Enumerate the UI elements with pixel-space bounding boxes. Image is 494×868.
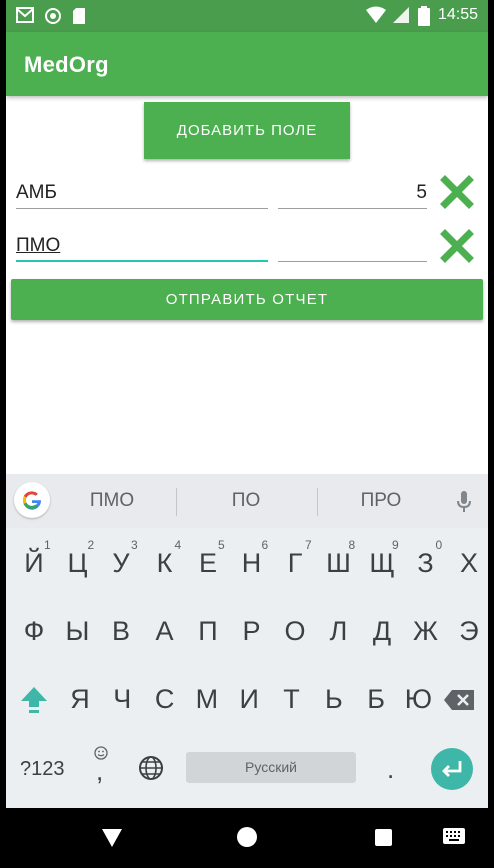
globe-key[interactable] [138,755,164,781]
key-row2-1[interactable]: Ы [58,616,98,647]
suggestion-3[interactable]: ПРО [326,490,436,512]
key-row2-8[interactable]: Д [362,616,402,647]
gmail-icon [16,7,34,25]
key-row3-6[interactable]: Ь [314,684,354,715]
globe-icon [139,756,163,780]
key-hint: 1 [44,538,51,552]
key-row2-10[interactable]: Э [449,616,488,647]
divider [176,488,177,516]
key-row1-4[interactable]: Е [188,548,228,579]
status-bar: 14:55 [6,0,488,32]
battery-icon [417,6,430,26]
signal-icon [392,6,410,24]
google-icon[interactable] [14,482,50,518]
key-row2-2[interactable]: В [101,616,141,647]
field-name-pmo[interactable]: ПМО [16,235,60,257]
key-hint: 3 [131,538,138,552]
key-hint: 5 [218,538,225,552]
field-name-amb[interactable]: АМБ [16,182,57,204]
key-row1-8[interactable]: Щ [362,548,402,579]
key-row3-8[interactable]: Ю [398,684,438,715]
keyboard: ПМО ПО ПРО ЙЦУКЕНГШЩЗХФЫВАПРОЛДЖЭЯЧСМИТЬ… [6,474,488,808]
field-value-underline [278,208,427,209]
close-icon [440,229,474,263]
app-title: MedOrg [24,52,109,77]
key-row2-4[interactable]: П [188,616,228,647]
key-row1-3[interactable]: К [145,548,185,579]
suggestion-2[interactable]: ПО [191,490,301,512]
suggestion-strip: ПМО ПО ПРО [6,474,488,528]
key-hint: 7 [305,538,312,552]
divider [317,488,318,516]
phone-screen: 14:55 MedOrg ДОБАВИТЬ ПОЛЕ АМБ 5 ПМО ОТП… [6,0,488,868]
key-hint: 6 [261,538,269,552]
backspace-icon [444,690,474,710]
shift-icon [21,687,47,713]
key-row3-0[interactable]: Я [60,684,100,715]
key-row3-1[interactable]: Ч [102,684,142,715]
key-hint: 8 [348,538,356,552]
sync-icon [44,7,62,25]
keyboard-switch-button[interactable] [443,828,465,849]
key-row3-2[interactable]: С [145,684,185,715]
period-key[interactable]: . [387,754,394,785]
navigation-bar [6,808,488,868]
sd-card-icon [72,7,90,25]
field-value-amb[interactable]: 5 [278,182,427,204]
key-hint: 9 [392,538,399,552]
key-row2-5[interactable]: Р [232,616,272,647]
status-time: 14:55 [437,6,478,23]
symbols-key[interactable]: ?123 [20,758,65,781]
key-row1-2[interactable]: У [101,548,141,579]
key-row1-6[interactable]: Г [275,548,315,579]
field-value-underline [278,261,427,262]
key-row1-10[interactable]: Х [449,548,488,579]
key-row1-9[interactable]: З [406,548,446,579]
key-row3-4[interactable]: И [229,684,269,715]
key-row2-9[interactable]: Ж [406,616,446,647]
delete-row-button[interactable] [440,229,474,263]
back-button[interactable] [101,828,123,853]
key-row2-7[interactable]: Л [319,616,359,647]
backspace-key[interactable] [443,689,475,711]
field-name-underline [16,208,268,209]
key-row1-7[interactable]: Ш [319,548,359,579]
comma-key[interactable]: , [96,756,103,787]
mic-icon[interactable] [456,490,472,514]
recents-button[interactable] [375,829,392,846]
key-row2-3[interactable]: А [145,616,185,647]
app-bar: MedOrg [6,32,488,96]
key-row3-5[interactable]: Т [272,684,312,715]
key-hint: 2 [87,538,95,552]
back-triangle-icon [102,829,122,847]
key-row1-1[interactable]: Ц [58,548,98,579]
enter-icon [442,761,462,777]
field-name-underline-focused [16,260,268,262]
shift-key[interactable] [19,685,49,715]
key-row1-5[interactable]: Н [232,548,272,579]
home-button[interactable] [237,827,257,847]
close-icon [440,175,474,209]
space-key[interactable]: Русский [186,752,356,783]
key-hint: 0 [435,538,443,552]
keyboard-icon [443,828,465,844]
key-hint: 4 [174,538,182,552]
enter-key[interactable] [431,748,473,790]
wifi-icon [365,6,386,24]
key-row3-3[interactable]: М [187,684,227,715]
send-report-button[interactable]: ОТПРАВИТЬ ОТЧЕТ [11,279,483,320]
delete-row-button[interactable] [440,175,474,209]
add-field-button[interactable]: ДОБАВИТЬ ПОЛЕ [144,102,350,159]
key-row3-7[interactable]: Б [356,684,396,715]
key-row2-0[interactable]: Ф [14,616,54,647]
key-row1-0[interactable]: Й [14,548,54,579]
key-row2-6[interactable]: О [275,616,315,647]
suggestion-1[interactable]: ПМО [57,490,167,512]
